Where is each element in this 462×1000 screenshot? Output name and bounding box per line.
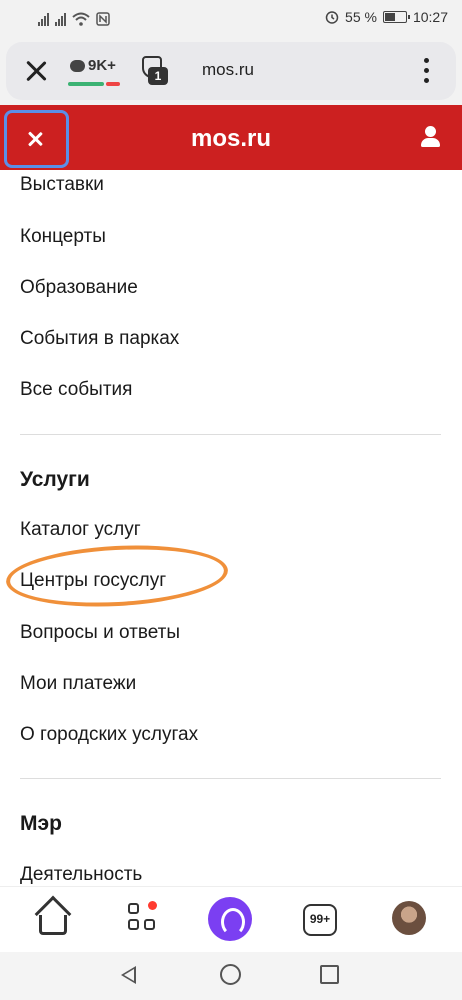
- site-header: mos.ru: [0, 105, 462, 170]
- status-bar: 55 % 10:27: [0, 0, 462, 36]
- menu-divider: [20, 434, 441, 435]
- menu-divider: [20, 778, 441, 779]
- tabs-overview-button[interactable]: 99+: [303, 904, 337, 936]
- menu-item-service-catalog[interactable]: Каталог услуг: [20, 519, 141, 541]
- url-text[interactable]: mos.ru: [202, 60, 254, 80]
- menu-item-park-events[interactable]: События в парках: [20, 328, 179, 350]
- nfc-icon: [96, 12, 110, 26]
- highlight-circle-annotation: [4, 540, 230, 612]
- menu-item-about-services[interactable]: О городских услугах: [20, 724, 198, 746]
- site-logo-title[interactable]: mos.ru: [0, 125, 462, 153]
- back-icon[interactable]: [121, 966, 136, 984]
- protect-tabs-button[interactable]: 1: [140, 56, 170, 88]
- home-circle-icon[interactable]: [220, 964, 241, 985]
- close-tab-icon[interactable]: [24, 59, 48, 83]
- notification-dot: [148, 901, 157, 910]
- alice-voice-assistant-icon[interactable]: [208, 897, 252, 941]
- menu-item-concerts[interactable]: Концерты: [20, 226, 106, 248]
- signal-icon-2: [55, 13, 66, 26]
- menu-item-activity[interactable]: Деятельность: [20, 864, 142, 886]
- menu-item-all-events[interactable]: Все события: [20, 379, 132, 401]
- user-icon[interactable]: [420, 126, 442, 148]
- status-left: [38, 10, 110, 26]
- signal-icon: [38, 13, 49, 26]
- clock: 10:27: [412, 9, 448, 25]
- home-icon[interactable]: [34, 895, 74, 939]
- menu-item-my-payments[interactable]: Мои платежи: [20, 673, 136, 695]
- section-heading-services: Услуги: [20, 468, 90, 491]
- comments-count: 9K+: [88, 57, 116, 74]
- menu-item-faq[interactable]: Вопросы и ответы: [20, 622, 180, 644]
- status-right: 55 % 10:27: [325, 9, 448, 25]
- comment-bubble-icon: [70, 60, 85, 72]
- battery-percent: 55 %: [345, 9, 377, 25]
- bottom-toolbar: 99+: [0, 886, 462, 952]
- battery-fill: [384, 13, 395, 21]
- menu-item-exhibitions[interactable]: Выставки: [20, 174, 104, 196]
- more-menu-icon[interactable]: [422, 58, 430, 86]
- avatar[interactable]: [392, 901, 426, 935]
- alarm-icon: [325, 11, 339, 24]
- recent-apps-icon[interactable]: [320, 965, 339, 984]
- menu-item-education[interactable]: Образование: [20, 277, 138, 299]
- section-heading-mayor: Мэр: [20, 812, 62, 835]
- tabs-count: 1: [148, 67, 168, 85]
- system-nav-bar: [0, 952, 462, 1000]
- browser-bar: 9K+ 1 mos.ru: [0, 36, 462, 105]
- rating-bar: [68, 82, 120, 86]
- battery-icon: [382, 11, 410, 23]
- navigation-menu: Выставки Концерты Образование События в …: [0, 170, 462, 886]
- services-grid-icon[interactable]: [122, 899, 162, 939]
- comments-button[interactable]: 9K+: [68, 54, 122, 88]
- wifi-icon: [72, 12, 90, 26]
- address-bar[interactable]: 9K+ 1 mos.ru: [6, 42, 456, 100]
